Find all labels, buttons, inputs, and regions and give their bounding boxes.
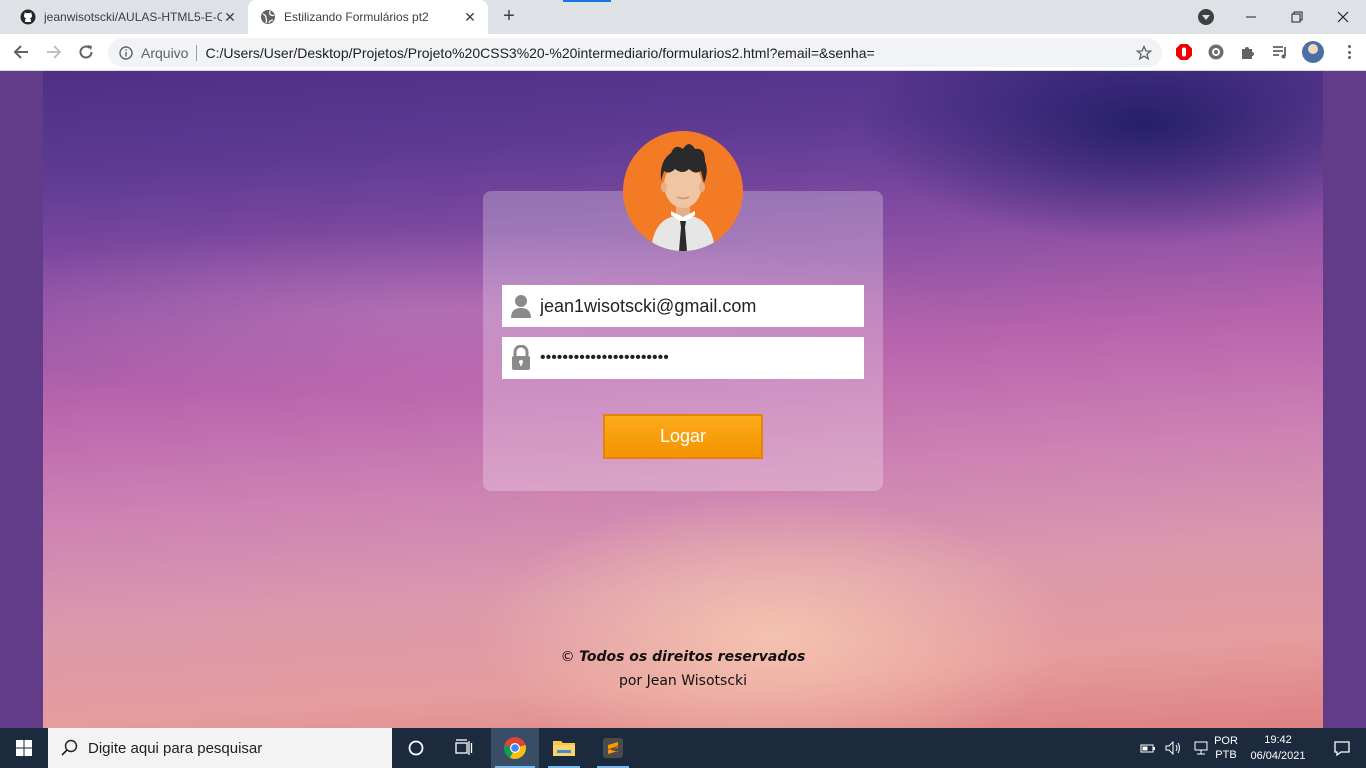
login-button[interactable]: Logar bbox=[603, 414, 763, 459]
search-placeholder: Digite aqui para pesquisar bbox=[88, 739, 263, 757]
rights-text: Todos os direitos reservados bbox=[579, 649, 806, 665]
tab-strip: jeanwisotscki/AULAS-HTML5-E-C ✕ Estiliza… bbox=[0, 0, 1366, 34]
email-field[interactable] bbox=[502, 285, 864, 327]
user-avatar bbox=[623, 131, 743, 251]
profile-avatar[interactable] bbox=[1302, 41, 1324, 63]
taskbar-file-explorer[interactable] bbox=[540, 728, 588, 768]
reload-button[interactable] bbox=[74, 40, 98, 64]
close-icon bbox=[1337, 11, 1349, 23]
notification-icon bbox=[1334, 741, 1350, 757]
task-view-icon bbox=[455, 739, 473, 755]
tab-search-icon[interactable] bbox=[1198, 9, 1214, 25]
clock-date: 06/04/2021 bbox=[1250, 750, 1306, 762]
lock-icon bbox=[502, 337, 540, 379]
url-text[interactable]: C:/Users/User/Desktop/Projetos/Projeto%2… bbox=[205, 45, 1136, 61]
address-bar[interactable]: Arquivo C:/Users/User/Desktop/Projetos/P… bbox=[108, 38, 1162, 67]
tab-title: Estilizando Formulários pt2 bbox=[284, 10, 429, 24]
file-scheme-label: Arquivo bbox=[141, 44, 189, 61]
start-button[interactable] bbox=[0, 728, 48, 768]
info-icon[interactable] bbox=[119, 45, 133, 60]
password-input[interactable] bbox=[540, 349, 856, 367]
battery-icon[interactable] bbox=[1140, 742, 1156, 754]
tab-title: jeanwisotscki/AULAS-HTML5-E-C bbox=[44, 10, 222, 24]
login-background: Logar © Todos os direitos reservados por… bbox=[43, 71, 1323, 728]
tab-strip-accent bbox=[563, 0, 611, 2]
search-icon bbox=[61, 739, 78, 756]
back-button[interactable] bbox=[9, 40, 33, 64]
arrow-right-icon bbox=[47, 45, 62, 59]
chrome-icon bbox=[504, 737, 526, 759]
copyright-line: © Todos os direitos reservados bbox=[43, 645, 1323, 669]
new-tab-button[interactable]: + bbox=[498, 6, 520, 28]
close-tab-icon[interactable]: ✕ bbox=[462, 9, 478, 25]
user-icon bbox=[502, 285, 540, 327]
clock-time: 19:42 bbox=[1264, 734, 1292, 746]
reload-icon bbox=[79, 45, 93, 59]
minimize-icon bbox=[1246, 16, 1256, 18]
language-indicator[interactable]: POR PTB bbox=[1212, 728, 1240, 768]
task-view-button[interactable] bbox=[440, 728, 488, 768]
email-input[interactable] bbox=[540, 295, 856, 317]
password-field[interactable] bbox=[502, 337, 864, 379]
system-tray bbox=[1140, 728, 1210, 768]
github-icon bbox=[20, 9, 36, 25]
keyboard-layout: PTB bbox=[1215, 749, 1237, 761]
language-code: POR bbox=[1214, 735, 1238, 747]
sublime-text-icon bbox=[603, 738, 623, 758]
clock[interactable]: 19:42 06/04/2021 bbox=[1244, 728, 1312, 768]
bookmark-star-icon[interactable] bbox=[1136, 44, 1152, 61]
omnibox-divider bbox=[196, 44, 198, 61]
taskbar-sublime-text[interactable] bbox=[589, 728, 637, 768]
forward-button[interactable] bbox=[42, 40, 66, 64]
windows-logo-icon bbox=[16, 740, 32, 756]
restore-icon bbox=[1291, 11, 1303, 23]
cortana-button[interactable] bbox=[392, 728, 440, 768]
minimize-button[interactable] bbox=[1228, 0, 1274, 34]
folder-icon bbox=[553, 741, 575, 756]
user-avatar-illustration bbox=[651, 144, 715, 251]
tab-github[interactable]: jeanwisotscki/AULAS-HTML5-E-C ✕ bbox=[8, 0, 248, 34]
volume-icon[interactable] bbox=[1165, 741, 1183, 755]
menu-kebab-icon[interactable] bbox=[1340, 43, 1358, 61]
tab-formularios[interactable]: Estilizando Formulários pt2 ✕ bbox=[248, 0, 488, 34]
close-tab-icon[interactable]: ✕ bbox=[222, 9, 238, 25]
notifications-button[interactable] bbox=[1318, 728, 1366, 768]
page-viewport: Logar © Todos os direitos reservados por… bbox=[0, 71, 1366, 728]
taskbar-search[interactable]: Digite aqui para pesquisar bbox=[48, 728, 392, 768]
taskbar-chrome[interactable] bbox=[491, 728, 539, 768]
copyright-symbol: © bbox=[560, 649, 575, 665]
puzzle-extensions-icon[interactable] bbox=[1239, 43, 1257, 61]
restore-button[interactable] bbox=[1274, 0, 1320, 34]
windows-taskbar: Digite aqui para pesquisar POR PTB 19:42… bbox=[0, 728, 1366, 768]
adblock-extension-icon[interactable] bbox=[1175, 43, 1193, 61]
author-text: por Jean Wisotscki bbox=[618, 673, 748, 689]
settings-extension-icon[interactable] bbox=[1207, 43, 1225, 61]
network-icon[interactable] bbox=[1192, 741, 1210, 755]
cortana-circle-icon bbox=[408, 740, 424, 756]
browser-toolbar: Arquivo C:/Users/User/Desktop/Projetos/P… bbox=[0, 34, 1366, 71]
close-window-button[interactable] bbox=[1320, 0, 1366, 34]
arrow-left-icon bbox=[13, 45, 28, 59]
media-playlist-icon[interactable] bbox=[1271, 43, 1289, 61]
page-footer: © Todos os direitos reservados por Jean … bbox=[43, 645, 1323, 693]
globe-icon bbox=[261, 10, 275, 24]
